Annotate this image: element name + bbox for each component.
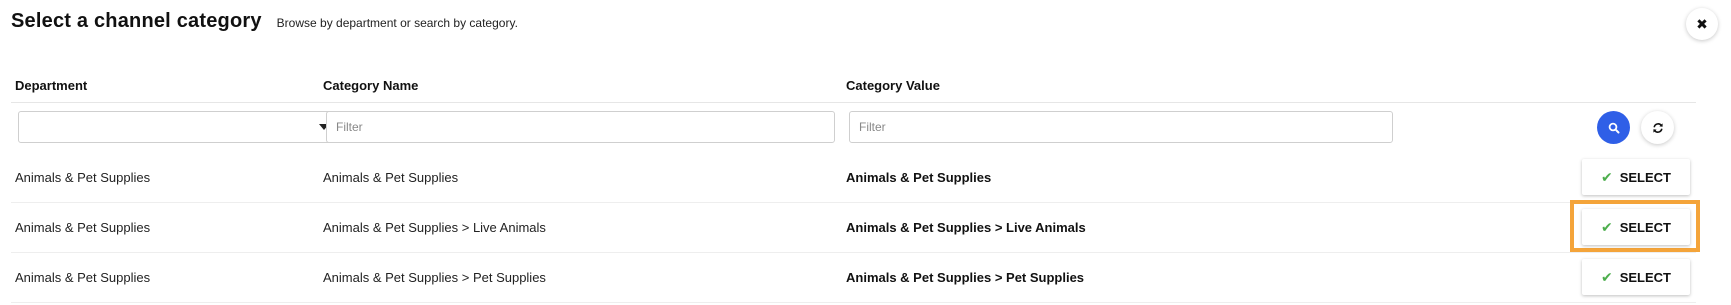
department-select[interactable] xyxy=(18,111,342,143)
column-header-department: Department xyxy=(15,78,88,93)
dialog-title: Select a channel category xyxy=(11,10,262,32)
table-row: Animals & Pet Supplies Animals & Pet Sup… xyxy=(11,153,1696,203)
dialog-subtitle: Browse by department or search by catego… xyxy=(276,16,518,30)
search-icon xyxy=(1608,122,1619,133)
close-icon: ✖ xyxy=(1696,15,1708,32)
table-row: Animals & Pet Supplies Animals & Pet Sup… xyxy=(11,200,1700,253)
checkmark-icon: ✔ xyxy=(1600,218,1613,235)
refresh-icon xyxy=(1652,122,1663,133)
table-header: Department Category Name Category Value xyxy=(11,66,1696,103)
filter-row xyxy=(11,103,1696,153)
select-button-label: SELECT xyxy=(1619,219,1672,235)
category-table: Department Category Name Category Value xyxy=(11,66,1700,303)
cell-category-value: Animals & Pet Supplies > Live Animals xyxy=(846,220,1086,235)
cell-category-value: Animals & Pet Supplies xyxy=(846,170,992,185)
category-picker-dialog: Select a channel category Browse by depa… xyxy=(0,0,1731,305)
refresh-button[interactable] xyxy=(1641,111,1674,144)
cell-department: Animals & Pet Supplies xyxy=(15,170,151,185)
cell-department: Animals & Pet Supplies xyxy=(15,270,151,285)
cell-category-name: Animals & Pet Supplies > Pet Supplies xyxy=(323,270,546,285)
table-row: Animals & Pet Supplies Animals & Pet Sup… xyxy=(11,253,1696,303)
cell-category-name: Animals & Pet Supplies > Live Animals xyxy=(323,220,546,235)
close-button[interactable]: ✖ xyxy=(1686,8,1718,40)
search-button[interactable] xyxy=(1597,111,1630,144)
column-header-category-name: Category Name xyxy=(323,78,419,93)
select-button[interactable]: ✔ SELECT xyxy=(1582,159,1690,195)
select-button-label: SELECT xyxy=(1619,169,1672,185)
category-value-filter-input[interactable] xyxy=(849,111,1393,143)
dialog-header: Select a channel category Browse by depa… xyxy=(11,10,518,33)
select-button[interactable]: ✔ SELECT xyxy=(1582,259,1690,295)
column-header-category-value: Category Value xyxy=(846,78,940,93)
select-button-label: SELECT xyxy=(1619,269,1672,285)
checkmark-icon: ✔ xyxy=(1600,268,1613,285)
cell-category-value: Animals & Pet Supplies > Pet Supplies xyxy=(846,270,1085,285)
category-name-filter-input[interactable] xyxy=(326,111,835,143)
cell-department: Animals & Pet Supplies xyxy=(15,220,151,235)
cell-category-name: Animals & Pet Supplies xyxy=(323,170,459,185)
select-button[interactable]: ✔ SELECT xyxy=(1582,209,1690,245)
checkmark-icon: ✔ xyxy=(1600,168,1613,185)
